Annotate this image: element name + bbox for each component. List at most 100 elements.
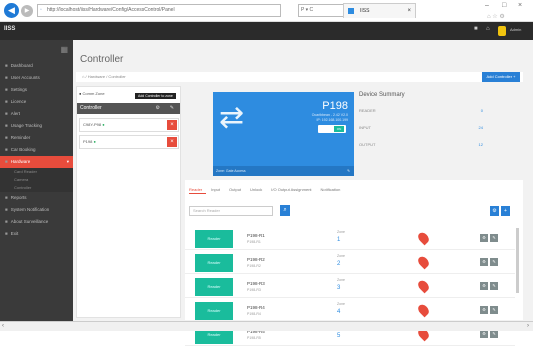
forward-icon[interactable]: ▶ (21, 5, 33, 17)
user-name[interactable]: Admin (510, 27, 521, 32)
sidebar-item-icon: ■ (5, 75, 8, 80)
sidebar-item[interactable]: ■ System Notification (0, 204, 73, 216)
sidebar-item[interactable]: ■ User Accounts (0, 72, 73, 84)
sidebar-item[interactable]: ■ Reports (0, 192, 73, 204)
minimize-button[interactable]: – (485, 2, 489, 9)
tab[interactable]: Input (211, 187, 220, 192)
sidebar-item[interactable]: ■ Hardware ▾ (0, 156, 73, 168)
device-row[interactable]: Reader P198-R2 P198-R2 Zone 2 ⚙ ✎ (185, 252, 515, 274)
app-brand: IISS (4, 26, 16, 32)
sidebar-item-label: Exit (10, 231, 19, 236)
device-name: P198-R3 (247, 281, 265, 286)
device-row[interactable]: Reader P198-R1 P198-R1 Zone 1 ⚙ ✎ (185, 228, 515, 250)
search-input[interactable]: Search Reader (189, 206, 273, 216)
browser-chrome: ◀ ▶ ▫ http://localhost/iiss/Hardware/Con… (0, 0, 533, 22)
tab-bar: Reader Input Output Unlock I/O Output Assign… (189, 187, 349, 192)
search-button[interactable]: ⌕ (280, 205, 290, 216)
sidebar-item-icon: ■ (5, 111, 8, 116)
home-icon[interactable]: ⌂ ☆ ⚙ (487, 13, 505, 20)
row-edit-button[interactable]: ⚙ (480, 306, 488, 314)
sidebar-subitem[interactable]: Card Reader (0, 168, 73, 176)
sidebar-item-label: Reminder (10, 135, 31, 140)
map-pin-icon[interactable] (416, 302, 431, 318)
row-delete-button[interactable]: ✎ (490, 258, 498, 266)
zone-value: 1 (337, 237, 341, 243)
tab[interactable]: Output (229, 187, 241, 192)
sidebar-item-label: Licence (10, 99, 27, 104)
address-bar[interactable]: ▫ http://localhost/iiss/Hardware/Config/… (37, 4, 281, 17)
map-pin-icon[interactable] (416, 278, 431, 294)
sidebar-item[interactable]: ■ Exit (0, 228, 73, 240)
controller-toggle[interactable]: ON (318, 125, 346, 133)
sidebar-item-label: Hardware (10, 159, 31, 164)
address-actions[interactable]: P ▾ C (298, 4, 346, 17)
tab[interactable]: Notification (321, 187, 341, 192)
sidebar-item[interactable]: ■ Licence (0, 96, 73, 108)
tree-settings-icon[interactable]: ⚙ (156, 103, 160, 114)
sidebar-item-label: System Notification (10, 207, 50, 212)
browser-tab[interactable]: IISS × (343, 3, 416, 18)
row-edit-button[interactable]: ⚙ (480, 258, 488, 266)
tab-close-icon[interactable]: × (407, 4, 411, 18)
add-device-button[interactable]: + (501, 206, 510, 216)
tab-favicon (348, 8, 354, 14)
zone-label: Zone (337, 278, 345, 282)
device-row[interactable]: Reader P198-R4 P198-R4 Zone 4 ⚙ ✎ (185, 300, 515, 322)
row-edit-button[interactable]: ⚙ (480, 330, 488, 338)
device-chip: Reader (195, 302, 233, 320)
sidebar-item-icon: ■ (5, 99, 8, 104)
menu-icon[interactable]: ■ (474, 26, 478, 32)
row-edit-button[interactable]: ⚙ (480, 282, 488, 290)
hero-edit-icon[interactable]: ✎ (347, 166, 350, 176)
row-delete-button[interactable]: ✎ (490, 282, 498, 290)
summary-row: READER 0 (359, 108, 483, 113)
sidebar-item[interactable]: ■ Usage Tracking (0, 120, 73, 132)
sidebar-item[interactable]: ■ Reminder (0, 132, 73, 144)
sidebar-item[interactable]: ■ Settings (0, 84, 73, 96)
scroll-left-icon[interactable]: ‹ (2, 323, 4, 329)
sidebar-item[interactable]: ■ About Surveillance (0, 216, 73, 228)
row-edit-button[interactable]: ⚙ (480, 234, 488, 242)
settings-button[interactable]: ⚙ (490, 206, 499, 216)
zone-value: 3 (337, 285, 341, 291)
row-delete-button[interactable]: ✎ (490, 330, 498, 338)
horizontal-scrollbar[interactable]: ‹ › (0, 321, 533, 331)
sidebar-collapse-icon[interactable]: ▦ (0, 40, 73, 60)
maximize-button[interactable]: □ (502, 2, 506, 9)
tree-edit-icon[interactable]: ✎ (170, 103, 174, 114)
scroll-right-icon[interactable]: › (527, 323, 529, 329)
panel-scrollbar[interactable] (516, 228, 519, 293)
sidebar-item[interactable]: ■ Dashboard (0, 60, 73, 72)
back-icon[interactable]: ◀ (4, 3, 19, 18)
tree-item[interactable]: C98Y-P98 ● × (79, 118, 179, 132)
tab[interactable]: Unlock (250, 187, 262, 192)
sidebar-item-icon: ■ (5, 147, 8, 152)
add-controller-tooltip: Add Controller to zone (135, 93, 176, 99)
map-pin-icon[interactable] (416, 254, 431, 270)
close-window-button[interactable]: × (518, 2, 522, 9)
device-row[interactable]: Reader P198-R3 P198-R3 Zone 3 ⚙ ✎ (185, 276, 515, 298)
zone-value: 5 (337, 333, 341, 339)
remove-button[interactable]: × (167, 120, 177, 130)
zone-label: Zone (337, 230, 345, 234)
sidebar-item[interactable]: ■ Car Booking (0, 144, 73, 156)
tab[interactable]: I/O Output Assignment (271, 187, 311, 192)
summary-row: INPUT 24 (359, 125, 483, 130)
remove-button[interactable]: × (167, 137, 177, 147)
map-pin-icon[interactable] (416, 230, 431, 246)
sidebar-item-icon: ■ (5, 123, 8, 128)
home-link-icon[interactable]: ⌂ (486, 26, 490, 32)
zone-row[interactable]: ● Comm Zone (79, 91, 105, 96)
sidebar-item[interactable]: ■ Alert (0, 108, 73, 120)
user-avatar[interactable] (498, 26, 506, 36)
zone-label: Zone (337, 254, 345, 258)
add-controller-button[interactable]: Add Controller + (482, 72, 520, 82)
row-delete-button[interactable]: ✎ (490, 234, 498, 242)
sidebar-subitem[interactable]: Controller (0, 184, 73, 192)
tab[interactable]: Reader (189, 187, 202, 192)
zone-label: Zone (337, 302, 345, 306)
row-delete-button[interactable]: ✎ (490, 306, 498, 314)
sidebar-subitem[interactable]: Camera (0, 176, 73, 184)
tree-item[interactable]: P198 ● × (79, 135, 179, 149)
device-chip: Reader (195, 278, 233, 296)
